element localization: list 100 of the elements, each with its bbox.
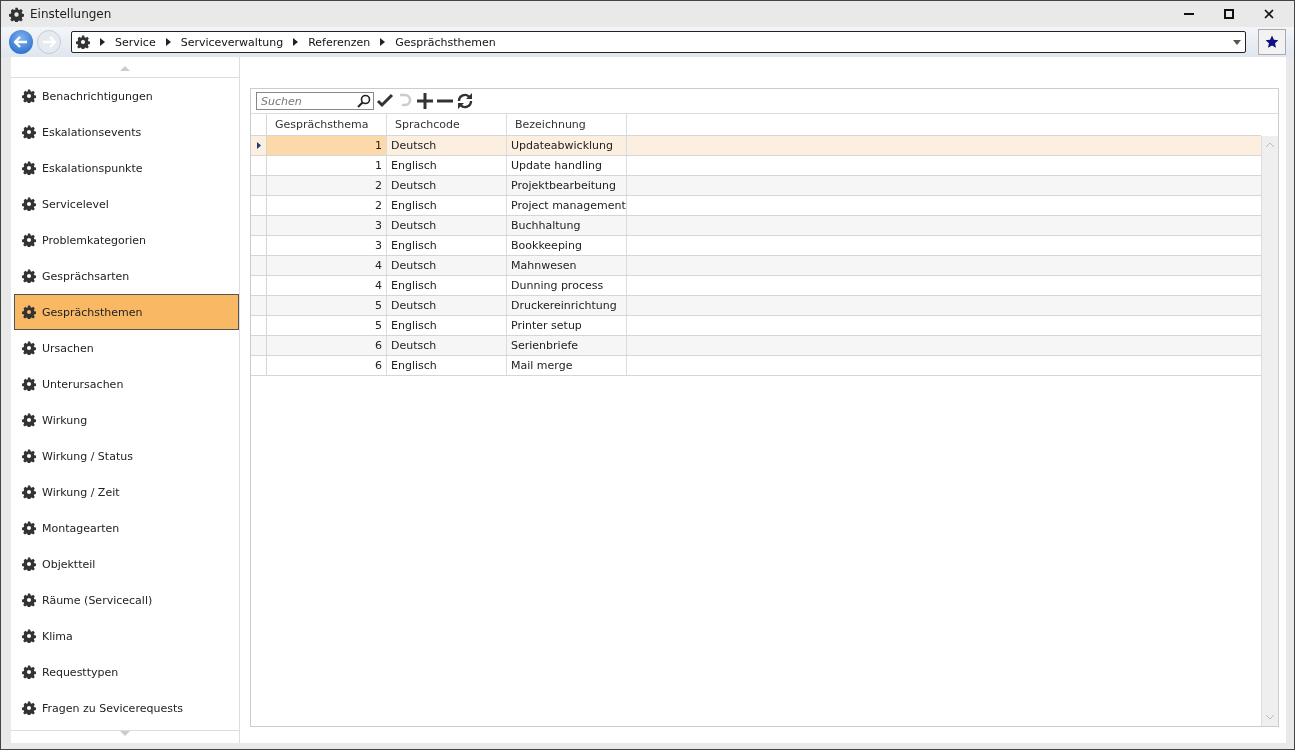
window-title: Einstellungen bbox=[30, 7, 112, 21]
table-cell: Deutsch bbox=[387, 136, 507, 155]
sidebar-item[interactable]: Servicelevel bbox=[11, 186, 239, 222]
sidebar-item[interactable]: Wirkung / Status bbox=[11, 438, 239, 474]
table-cell: Englisch bbox=[387, 156, 507, 175]
table-cell: Mahnwesen bbox=[507, 256, 627, 275]
sidebar-item[interactable]: Gesprächsarten bbox=[11, 258, 239, 294]
sidebar-item[interactable]: Ursachen bbox=[11, 330, 239, 366]
table-cell: Englisch bbox=[387, 356, 507, 375]
favorites-button[interactable] bbox=[1258, 29, 1286, 55]
gear-icon bbox=[22, 161, 36, 175]
table-cell: Englisch bbox=[387, 316, 507, 335]
table-row[interactable]: 6 Deutsch Serienbriefe bbox=[251, 336, 1261, 356]
table-cell: 4 bbox=[267, 256, 387, 275]
sidebar-item[interactable]: Klima bbox=[11, 618, 239, 654]
table-cell: 1 bbox=[267, 136, 387, 155]
table-cell: 3 bbox=[267, 216, 387, 235]
table-row[interactable]: 5 Deutsch Druckereinrichtung bbox=[251, 296, 1261, 316]
gear-icon bbox=[76, 35, 90, 49]
breadcrumb-item[interactable]: Gesprächsthemen bbox=[395, 35, 496, 49]
refresh-icon[interactable] bbox=[456, 92, 474, 110]
table-cell: Englisch bbox=[387, 196, 507, 215]
gear-icon bbox=[22, 377, 36, 391]
dropdown-arrow-icon bbox=[1233, 39, 1241, 45]
table-cell: 6 bbox=[267, 336, 387, 355]
column-header[interactable]: Bezeichnung bbox=[507, 114, 627, 135]
sidebar-item[interactable]: Fragen zu Sevicerequests bbox=[11, 690, 239, 726]
gear-icon bbox=[22, 269, 36, 283]
sidebar-item[interactable]: Objektteil bbox=[11, 546, 239, 582]
right-arrow-icon bbox=[42, 36, 56, 48]
gear-icon bbox=[22, 521, 36, 535]
plus-icon[interactable] bbox=[416, 92, 434, 110]
sidebar-item[interactable]: Unterursachen bbox=[11, 366, 239, 402]
maximize-icon bbox=[1224, 9, 1234, 19]
gear-icon bbox=[22, 449, 36, 463]
breadcrumb-item[interactable]: Referenzen bbox=[308, 35, 371, 49]
table-row[interactable]: 3 Deutsch Buchhaltung bbox=[251, 216, 1261, 236]
back-button[interactable] bbox=[9, 30, 33, 54]
gear-icon bbox=[22, 125, 36, 139]
gear-icon bbox=[22, 701, 36, 715]
sidebar-item[interactable]: Gesprächsthemen bbox=[14, 294, 239, 330]
sidebar-item[interactable]: Räume (Servicecall) bbox=[11, 582, 239, 618]
sidebar-item[interactable]: Requesttypen bbox=[11, 654, 239, 690]
caret-icon bbox=[100, 38, 105, 46]
breadcrumb-item[interactable]: Serviceverwaltung bbox=[180, 35, 284, 49]
search-icon bbox=[357, 94, 371, 108]
table-cell: Deutsch bbox=[387, 216, 507, 235]
table-cell: 6 bbox=[267, 356, 387, 375]
gear-icon bbox=[22, 305, 36, 319]
caret-icon bbox=[380, 38, 386, 46]
sidebar-item[interactable]: Wirkung / Zeit bbox=[11, 474, 239, 510]
caret-icon bbox=[165, 38, 171, 46]
gear-icon bbox=[22, 593, 36, 607]
table-cell: Druckereinrichtung bbox=[507, 296, 627, 315]
table-cell: 5 bbox=[267, 296, 387, 315]
table-cell: Printer setup bbox=[507, 316, 627, 335]
table-cell: 1 bbox=[267, 156, 387, 175]
table-row[interactable]: 4 Deutsch Mahnwesen bbox=[251, 256, 1261, 276]
sidebar-item[interactable]: Montagearten bbox=[11, 510, 239, 546]
gear-icon bbox=[22, 341, 36, 355]
minimize-icon bbox=[1184, 13, 1194, 15]
row-pointer-icon bbox=[256, 142, 261, 149]
table-cell: Project management bbox=[507, 196, 627, 215]
table-cell: Deutsch bbox=[387, 296, 507, 315]
breadcrumb-bar[interactable]: Service Serviceverwaltung Referenzen Gesprächsthemen bbox=[71, 31, 1246, 53]
sidebar-item[interactable]: Eskalationsevents bbox=[11, 114, 239, 150]
table-row[interactable]: 1 Deutsch Updateabwicklung bbox=[251, 136, 1261, 156]
gear-icon bbox=[22, 557, 36, 571]
gear-icon bbox=[9, 6, 24, 22]
sidebar-item[interactable]: Eskalationspunkte bbox=[11, 150, 239, 186]
sidebar-item[interactable]: Benachrichtigungen bbox=[11, 78, 239, 114]
gear-icon bbox=[22, 413, 36, 427]
sidebar-item[interactable]: Wirkung bbox=[11, 402, 239, 438]
table-cell: Update handling bbox=[507, 156, 627, 175]
table-cell: 4 bbox=[267, 276, 387, 295]
gear-icon bbox=[22, 233, 36, 247]
checkmark-icon[interactable] bbox=[376, 92, 394, 110]
sidebar-item[interactable]: Problemkategorien bbox=[11, 222, 239, 258]
table-cell: 3 bbox=[267, 236, 387, 255]
table-cell: Deutsch bbox=[387, 336, 507, 355]
table-cell: 5 bbox=[267, 316, 387, 335]
gear-icon bbox=[22, 629, 36, 643]
column-header[interactable]: Gesprächsthema bbox=[267, 114, 387, 135]
table-row[interactable]: 2 Deutsch Projektbearbeitung bbox=[251, 176, 1261, 196]
table-cell: 2 bbox=[267, 196, 387, 215]
column-header[interactable]: Sprachcode bbox=[387, 114, 507, 135]
table-cell: Mail merge bbox=[507, 356, 627, 375]
table-cell: Projektbearbeitung bbox=[507, 176, 627, 195]
table-cell: Dunning process bbox=[507, 276, 627, 295]
search-field[interactable]: Suchen bbox=[256, 92, 374, 110]
caret-icon bbox=[293, 38, 299, 46]
table-cell: Updateabwicklung bbox=[507, 136, 627, 155]
table-row[interactable]: 6 Englisch Mail merge bbox=[251, 356, 1261, 376]
left-arrow-icon bbox=[14, 36, 28, 48]
table-cell: Bookkeeping bbox=[507, 236, 627, 255]
table-cell: Deutsch bbox=[387, 176, 507, 195]
breadcrumb-item[interactable]: Service bbox=[115, 35, 156, 49]
table-cell: 2 bbox=[267, 176, 387, 195]
gear-icon bbox=[22, 89, 36, 103]
close-icon bbox=[1264, 9, 1274, 19]
